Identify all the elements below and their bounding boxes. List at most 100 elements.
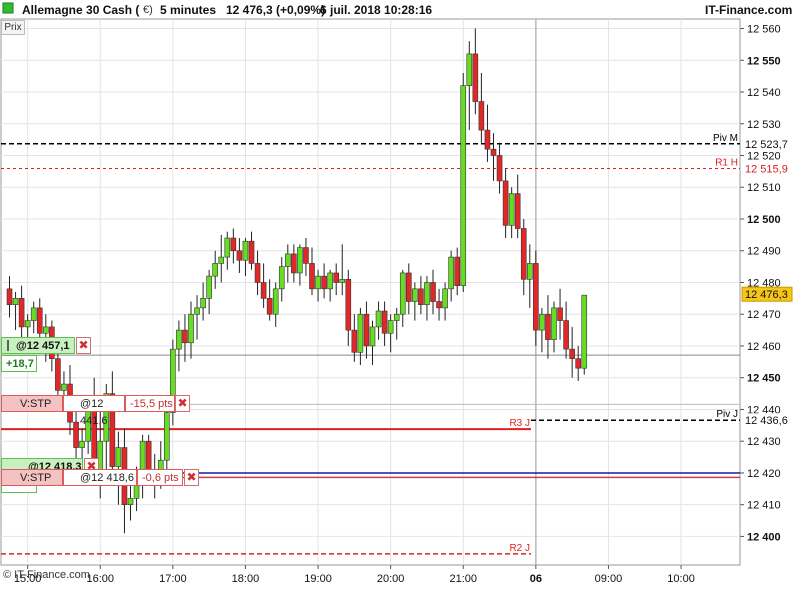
candle-body: [533, 263, 539, 331]
candle-body: [575, 358, 582, 369]
candle-body: [182, 329, 188, 344]
candle-body: [472, 53, 479, 102]
candle-body: [466, 53, 473, 86]
candle-body: [61, 383, 67, 391]
stop-order-2[interactable]: V:STP @12 418,6 -0,6 pts ✖: [1, 469, 201, 486]
cancel-stop-icon[interactable]: ✖: [184, 469, 199, 486]
candle-body: [490, 148, 497, 156]
candle-body: [272, 288, 279, 315]
x-tick-label: 17:00: [159, 573, 187, 585]
candle-body: [399, 272, 406, 315]
y-tick-label: 12 500: [747, 214, 781, 226]
x-tick-label: 18:00: [232, 573, 260, 585]
candle-body: [345, 279, 352, 331]
candle-body: [327, 272, 333, 290]
candle-body: [315, 275, 321, 290]
x-tick-label: 06: [530, 573, 542, 585]
candle-body: [188, 313, 194, 344]
candle-body: [291, 253, 297, 274]
last-change: 12 476,3 (+0,09%): [226, 3, 326, 17]
cancel-stop-icon[interactable]: ✖: [175, 395, 190, 412]
y-tick-label: 12 530: [747, 119, 781, 131]
candle-body: [387, 320, 394, 334]
candle-body: [36, 307, 43, 334]
stop-type-label: V:STP: [1, 395, 63, 412]
candle-body: [224, 237, 231, 258]
candle-body: [248, 240, 255, 264]
candle-body: [266, 298, 273, 315]
candle-body: [351, 329, 358, 353]
x-tick-label: 21:00: [449, 573, 477, 585]
candle-body: [206, 275, 212, 299]
candle-body: [381, 310, 388, 334]
candle-body: [563, 320, 569, 350]
candle-body: [557, 307, 563, 321]
watermark: © IT-Finance.com: [3, 569, 90, 581]
candle-body: [545, 313, 551, 340]
candle-body: [236, 250, 243, 261]
candle-body: [115, 447, 122, 467]
candle-body: [145, 440, 152, 471]
candle-body: [18, 298, 25, 328]
y-tick-label: 12 450: [747, 373, 781, 385]
candle-body: [520, 228, 527, 280]
candle-body: [436, 301, 442, 309]
candle-body: [230, 237, 237, 252]
candle-body: [309, 263, 315, 290]
candle-body: [454, 256, 461, 286]
candle-body: [442, 288, 448, 309]
candle-body: [55, 358, 61, 391]
position-pl-label: +18,7: [1, 355, 37, 372]
candle-body: [284, 253, 291, 267]
x-tick-label: 10:00: [667, 573, 695, 585]
level-value-label: 12 436,6: [745, 415, 788, 427]
y-tick-label: 12 460: [747, 341, 781, 353]
candle-body: [478, 101, 485, 131]
candle-body: [176, 329, 182, 350]
candle-body: [569, 348, 575, 359]
stop-pts-label: -15,5 pts: [125, 395, 175, 412]
candle-body: [418, 288, 424, 305]
candle-body: [164, 412, 170, 461]
close-position-icon[interactable]: ✖: [76, 337, 91, 354]
candle-body: [363, 313, 370, 347]
candle-body: [30, 307, 37, 321]
candle-body: [242, 240, 249, 261]
y-tick-label: 12 510: [747, 182, 781, 194]
stop-order-1[interactable]: V:STP @12 441,6 -15,5 pts ✖: [1, 395, 191, 427]
stop-price-label: @12 441,6: [63, 395, 125, 427]
candle-body: [254, 263, 261, 283]
instrument-name: Allemagne 30 Cash (: [22, 3, 140, 17]
chart-area[interactable]: Piv M R1 H Piv J R3 J R2 J 12 560 12 550 12 54…: [0, 0, 800, 600]
level-name-label: Piv J: [716, 409, 738, 420]
candle-body: [127, 498, 134, 505]
y-tick-label: 12 410: [747, 500, 781, 512]
candle-body: [412, 288, 418, 302]
level-name-label: R3 J: [509, 418, 530, 429]
period-label[interactable]: 5 minutes: [160, 3, 216, 17]
candle-body: [24, 320, 31, 328]
candle-body: [375, 310, 382, 328]
candle-body: [357, 313, 364, 353]
candle-body: [393, 313, 400, 321]
position-grip-icon[interactable]: [4, 339, 18, 354]
candle-body: [260, 282, 267, 299]
panel-tab-prix[interactable]: Prix: [1, 20, 25, 35]
stop-price-label: @12 418,6: [63, 469, 137, 486]
y-tick-label: 12 430: [747, 436, 781, 448]
y-tick-label: 12 550: [747, 55, 781, 67]
candle-body: [502, 180, 509, 226]
price-chart[interactable]: Piv M R1 H Piv J R3 J R2 J 12 560 12 550 12 54…: [0, 0, 800, 600]
currency-icon[interactable]: €): [143, 4, 153, 16]
candle-body: [460, 85, 467, 286]
candle-body: [514, 193, 521, 229]
candle-body: [79, 440, 85, 448]
candle-body: [333, 272, 340, 283]
candle-body: [278, 266, 285, 290]
level-name-label: R2 J: [509, 543, 530, 554]
green-square-icon: [2, 2, 14, 17]
candle-body: [321, 275, 327, 290]
candle-body: [424, 282, 430, 305]
candle-body: [405, 272, 412, 302]
y-tick-label: 12 520: [747, 151, 781, 163]
